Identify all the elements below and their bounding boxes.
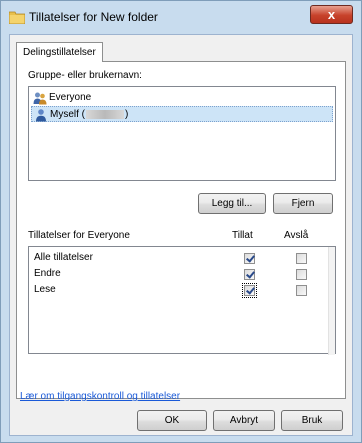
title-bar: Tillatelser for New folder x <box>1 1 361 33</box>
users-list[interactable]: Everyone Myself () <box>28 86 336 181</box>
group-icon <box>33 92 47 105</box>
list-item-everyone[interactable]: Everyone <box>31 90 95 106</box>
folder-icon <box>9 11 25 24</box>
apply-button[interactable]: Bruk <box>281 410 343 431</box>
permissions-dialog: Tillatelser for New folder x Delingstill… <box>0 0 362 443</box>
close-button[interactable]: x <box>310 5 353 24</box>
permission-name: Alle tillatelser <box>34 252 93 263</box>
permission-name: Lese <box>34 284 56 295</box>
window-title: Tillatelser for New folder <box>29 10 158 24</box>
redacted-username <box>86 109 124 119</box>
permissions-table: Alle tillatelser Endre Lese <box>28 246 336 355</box>
allow-checkbox[interactable] <box>244 269 255 280</box>
deny-checkbox[interactable] <box>296 285 307 296</box>
tab-page: Gruppe- eller brukernavn: Everyone Mysel… <box>16 61 346 399</box>
tab-delingstillatelser[interactable]: Delingstillatelser <box>16 42 103 62</box>
deny-column-header: Avslå <box>284 230 309 241</box>
user-name: Everyone <box>49 92 92 103</box>
deny-checkbox[interactable] <box>296 269 307 280</box>
permission-name: Endre <box>34 268 61 279</box>
add-user-button[interactable]: Legg til... <box>198 193 266 214</box>
table-row: Lese <box>29 283 335 299</box>
list-item-myself[interactable]: Myself () <box>31 106 333 122</box>
scrollbar[interactable] <box>328 247 335 355</box>
users-label: Gruppe- eller brukernavn: <box>28 70 142 81</box>
permissions-label: Tillatelser for Everyone <box>28 230 130 241</box>
user-icon <box>36 109 46 122</box>
table-row: Endre <box>29 267 335 283</box>
user-name-prefix: Myself ( <box>50 109 85 120</box>
table-row: Alle tillatelser <box>29 251 335 267</box>
help-link[interactable]: Lær om tilgangskontroll og tillatelser <box>20 391 180 402</box>
allow-checkbox[interactable] <box>242 283 257 298</box>
ok-button[interactable]: OK <box>137 410 207 431</box>
deny-checkbox[interactable] <box>296 253 307 264</box>
remove-user-button[interactable]: Fjern <box>273 193 333 214</box>
allow-checkbox[interactable] <box>244 253 255 264</box>
allow-column-header: Tillat <box>232 230 253 241</box>
dialog-body: Delingstillatelser Gruppe- eller brukern… <box>9 34 353 436</box>
user-name-suffix: ) <box>125 109 129 120</box>
cancel-button[interactable]: Avbryt <box>213 410 275 431</box>
